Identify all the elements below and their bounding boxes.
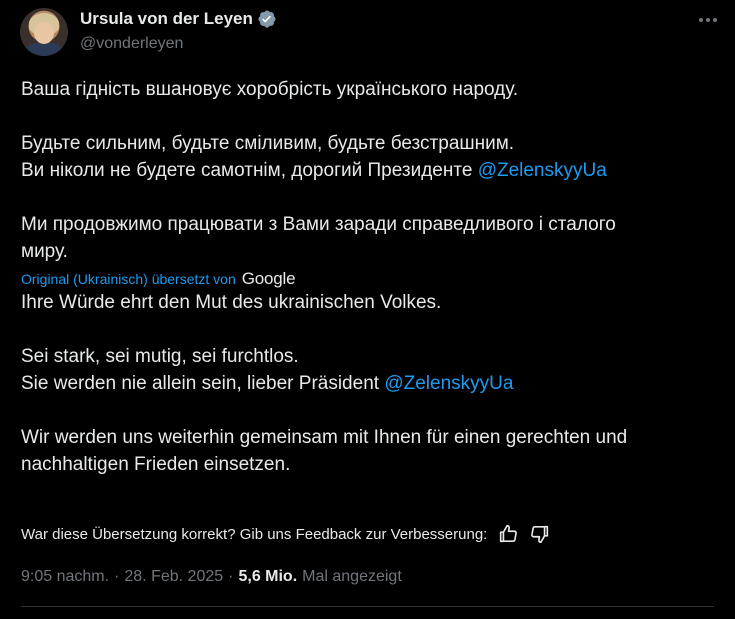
translated-line-4a: Wir werden uns weiterhin gemeinsam mit I… bbox=[21, 427, 628, 448]
avatar[interactable] bbox=[20, 8, 68, 56]
google-logo: Google bbox=[241, 269, 296, 288]
translated-line-3-text: Sie werden nie allein sein, lieber Präsi… bbox=[21, 373, 385, 394]
views-label: Mal angezeigt bbox=[302, 568, 402, 585]
tweet-meta: 9:05 nachm. · 28. Feb. 2025 · 5,6 Mio. M… bbox=[21, 568, 402, 586]
mention-link-original[interactable]: @ZelenskyyUa bbox=[478, 160, 607, 181]
translated-line-4b: nachhaltigen Frieden einsetzen. bbox=[21, 454, 291, 475]
tweet-body: Ваша гідність вшановує хоробрість україн… bbox=[21, 76, 721, 478]
tweet-date[interactable]: 28. Feb. 2025 bbox=[124, 568, 223, 586]
thumbs-down-icon[interactable] bbox=[529, 523, 551, 545]
translated-line-1: Ihre Würde ehrt den Mut des ukrainischen… bbox=[21, 292, 442, 313]
original-line-2: Будьте сильним, будьте сміливим, будьте … bbox=[21, 133, 515, 154]
translated-line-2: Sei stark, sei mutig, sei furchtlos. bbox=[21, 346, 299, 367]
original-line-4b: миру. bbox=[21, 241, 68, 262]
tweet-time[interactable]: 9:05 nachm. bbox=[21, 568, 109, 586]
feedback-prompt: War diese Übersetzung korrekt? Gib uns F… bbox=[21, 525, 488, 543]
more-options-icon[interactable] bbox=[695, 10, 721, 30]
original-line-4a: Ми продовжимо працювати з Вами заради сп… bbox=[21, 214, 616, 235]
translated-text: Ihre Würde ehrt den Mut des ukrainischen… bbox=[21, 289, 721, 478]
verified-badge-icon[interactable] bbox=[257, 9, 277, 29]
tweet-container: Ursula von der Leyen @vonderleyen Ваша г… bbox=[0, 0, 735, 619]
original-line-3-text: Ви ніколи не будете самотнім, дорогий Пр… bbox=[21, 160, 478, 181]
author-name-row: Ursula von der Leyen bbox=[80, 9, 277, 29]
translation-feedback: War diese Übersetzung korrekt? Gib uns F… bbox=[21, 523, 551, 545]
divider bbox=[21, 606, 714, 607]
translation-note[interactable]: Original (Ukrainisch) übersetzt von Goog… bbox=[21, 269, 721, 289]
translation-note-text[interactable]: Original (Ukrainisch) übersetzt von bbox=[21, 269, 236, 289]
translated-line-3: Sie werden nie allein sein, lieber Präsi… bbox=[21, 370, 721, 397]
thumbs-up-icon[interactable] bbox=[497, 523, 519, 545]
mention-link-translated[interactable]: @ZelenskyyUa bbox=[384, 373, 513, 394]
original-line-1: Ваша гідність вшановує хоробрість україн… bbox=[21, 79, 519, 100]
author-handle[interactable]: @vonderleyen bbox=[80, 35, 183, 53]
author-display-name[interactable]: Ursula von der Leyen bbox=[80, 9, 253, 29]
original-line-3: Ви ніколи не будете самотнім, дорогий Пр… bbox=[21, 157, 721, 184]
views-count: 5,6 Mio. bbox=[238, 568, 298, 585]
meta-separator-2: · bbox=[228, 568, 234, 585]
meta-separator: · bbox=[114, 568, 120, 585]
